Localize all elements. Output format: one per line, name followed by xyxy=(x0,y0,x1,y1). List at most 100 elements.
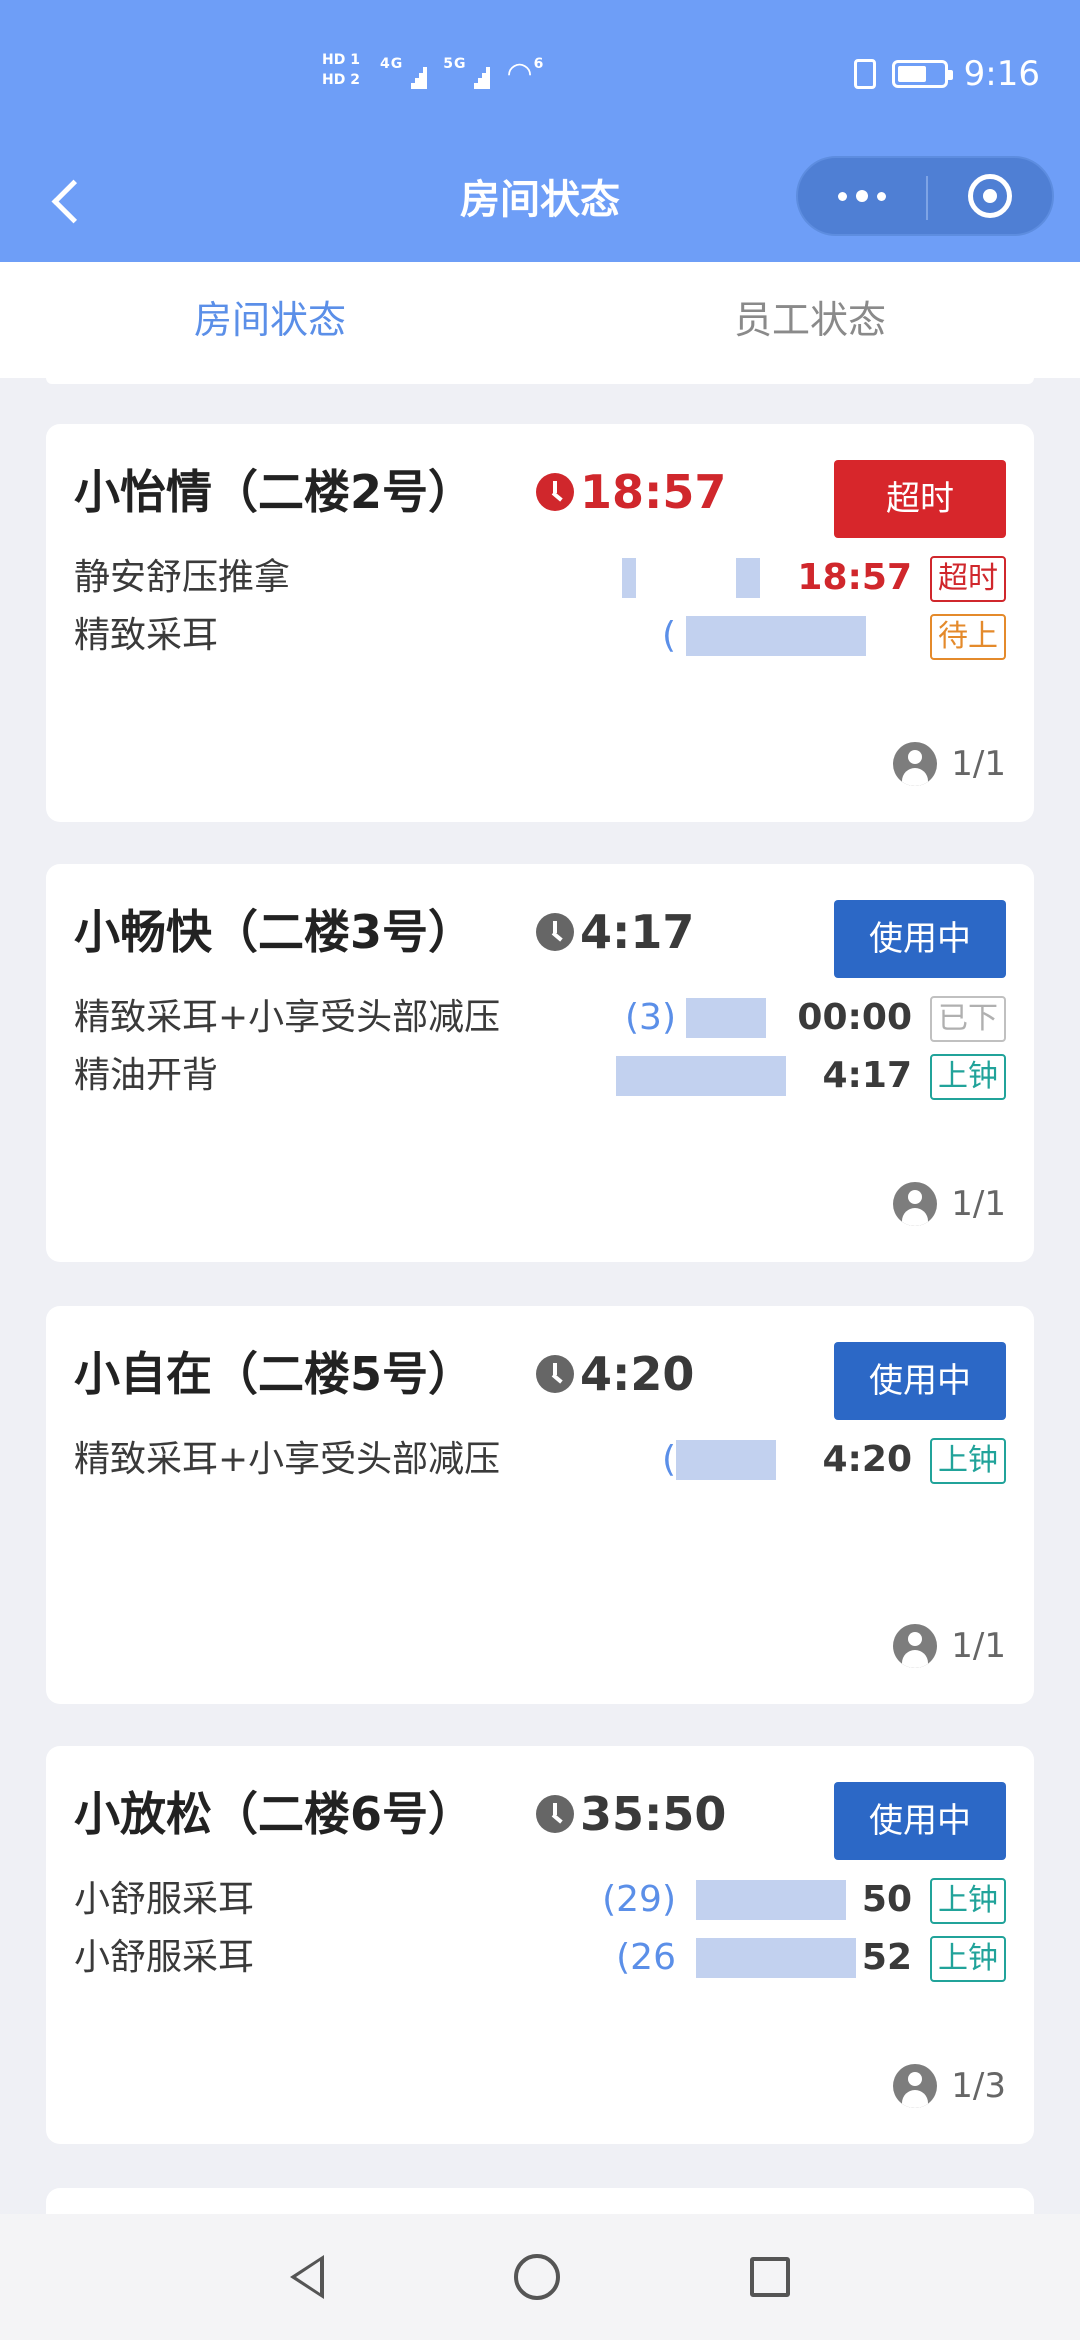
occupancy: 1/3 xyxy=(893,2064,1006,2108)
sim2-label: HD 2 xyxy=(322,72,360,88)
room-card[interactable]: 小自在（二楼5号） 4:20 使用中 精致采耳+小享受头部减压 ( 4:20 上… xyxy=(46,1306,1034,1704)
redacted-staff xyxy=(686,616,866,656)
redacted-staff xyxy=(616,1056,786,1096)
service-staff: (3) xyxy=(625,997,676,1038)
target-icon xyxy=(968,174,1012,218)
clock-icon xyxy=(536,473,574,511)
occupancy-count: 1/3 xyxy=(951,2066,1006,2106)
room-status-button[interactable]: 超时 xyxy=(834,460,1006,538)
battery-icon xyxy=(891,60,953,88)
service-row: 精致采耳+小享受头部减压 (3) 00:00 已下 xyxy=(74,990,1006,1046)
app-header: HD 1 HD 2 4G 5G ◠6 9:16 房间状态 xyxy=(0,0,1080,262)
service-name: 精致采耳+小享受头部减压 xyxy=(74,997,501,1038)
room-name: 小自在（二楼5号） xyxy=(74,1347,475,1401)
nav-bar: 房间状态 xyxy=(0,150,1080,262)
service-row: 精油开背 4:17 上钟 xyxy=(74,1048,1006,1104)
previous-card-edge xyxy=(46,378,1034,384)
service-badge: 待上 xyxy=(930,614,1006,660)
service-badge: 上钟 xyxy=(930,1878,1006,1924)
service-badge: 超时 xyxy=(930,556,1006,602)
service-time: 50 xyxy=(861,1879,912,1920)
service-badge: 已下 xyxy=(930,996,1006,1042)
person-icon xyxy=(893,742,938,786)
room-status-button[interactable]: 使用中 xyxy=(834,1782,1006,1860)
service-name: 小舒服采耳 xyxy=(74,1879,255,1920)
net2-label: 5G xyxy=(443,56,467,72)
tab-staff-status[interactable]: 员工状态 xyxy=(540,262,1080,378)
net1-label: 4G xyxy=(380,56,404,72)
signal-icon-2 xyxy=(474,67,491,91)
clock-time: 9:16 xyxy=(963,54,1040,94)
redacted-staff xyxy=(686,998,766,1038)
status-bar: HD 1 HD 2 4G 5G ◠6 9:16 xyxy=(0,0,1080,150)
person-icon xyxy=(893,1624,938,1668)
service-name: 精致采耳 xyxy=(74,615,219,656)
room-card[interactable]: 小畅快（二楼3号） 4:17 使用中 精致采耳+小享受头部减压 (3) 00:0… xyxy=(46,864,1034,1262)
service-badge: 上钟 xyxy=(930,1438,1006,1484)
service-badge: 上钟 xyxy=(930,1054,1006,1100)
occupancy-count: 1/1 xyxy=(951,744,1006,784)
occupancy-count: 1/1 xyxy=(951,1184,1006,1224)
room-name: 小畅快（二楼3号） xyxy=(74,905,475,959)
redacted-staff xyxy=(676,1440,776,1480)
service-time: 52 xyxy=(861,1937,912,1978)
service-row: 小舒服采耳 (29) 50 上钟 xyxy=(74,1872,1006,1928)
tab-bar: 房间状态 员工状态 xyxy=(0,262,1080,378)
room-name: 小怡情（二楼2号） xyxy=(74,465,475,519)
room-timer-value: 18:57 xyxy=(580,465,727,519)
system-back-icon[interactable] xyxy=(290,2255,324,2299)
room-name: 小放松（二楼6号） xyxy=(74,1787,475,1841)
occupancy: 1/1 xyxy=(893,742,1006,786)
service-name: 精油开背 xyxy=(74,1055,219,1096)
room-status-button[interactable]: 使用中 xyxy=(834,1342,1006,1420)
miniprogram-capsule xyxy=(796,156,1054,236)
person-icon xyxy=(893,2064,938,2108)
clock-icon xyxy=(536,913,574,951)
network-indicators: 4G 5G ◠6 xyxy=(380,56,544,91)
wifi-icon: ◠ xyxy=(506,56,534,91)
system-home-icon[interactable] xyxy=(514,2254,560,2300)
system-recents-icon[interactable] xyxy=(750,2257,790,2297)
service-time: 18:57 xyxy=(797,557,912,598)
signal-icon xyxy=(411,67,428,91)
service-row: 精致采耳 ( 待上 xyxy=(74,608,1006,664)
service-time: 4:20 xyxy=(822,1439,912,1480)
occupancy: 1/1 xyxy=(893,1182,1006,1226)
clock-icon xyxy=(536,1355,574,1393)
service-staff: ( xyxy=(661,1439,676,1480)
redacted-staff xyxy=(622,558,636,598)
service-name: 精致采耳+小享受头部减压 xyxy=(74,1439,501,1480)
redacted-staff xyxy=(736,558,760,598)
room-timer-value: 4:17 xyxy=(580,905,695,959)
service-staff: ( xyxy=(661,615,676,656)
room-timer: 18:57 xyxy=(536,462,726,522)
room-card[interactable]: 小怡情（二楼2号） 18:57 超时 静安舒压推拿 18:57 超时 精致采耳 … xyxy=(46,424,1034,822)
status-right: 9:16 xyxy=(853,54,1040,94)
service-row: 精致采耳+小享受头部减压 ( 4:20 上钟 xyxy=(74,1432,1006,1488)
system-nav-bar xyxy=(0,2214,1080,2340)
vibrate-icon xyxy=(853,59,876,89)
service-staff: (29) xyxy=(602,1879,676,1920)
room-timer: 4:20 xyxy=(536,1344,694,1404)
occupancy: 1/1 xyxy=(893,1624,1006,1668)
clock-icon xyxy=(536,1795,574,1833)
person-icon xyxy=(893,1182,938,1226)
room-timer-value: 4:20 xyxy=(580,1347,695,1401)
sim-indicators: HD 1 HD 2 xyxy=(322,50,360,90)
tab-room-status[interactable]: 房间状态 xyxy=(0,262,540,378)
service-staff: (26 xyxy=(616,1937,676,1978)
service-badge: 上钟 xyxy=(930,1936,1006,1982)
service-name: 静安舒压推拿 xyxy=(74,557,291,598)
close-miniprogram-button[interactable] xyxy=(928,158,1052,234)
service-row: 静安舒压推拿 18:57 超时 xyxy=(74,550,1006,606)
redacted-staff xyxy=(696,1938,856,1978)
room-card[interactable]: 小放松（二楼6号） 35:50 使用中 小舒服采耳 (29) 50 上钟 小舒服… xyxy=(46,1746,1034,2144)
redacted-staff xyxy=(696,1880,846,1920)
more-menu-button[interactable] xyxy=(798,158,926,234)
room-timer: 4:17 xyxy=(536,902,694,962)
service-row: 小舒服采耳 (26 52 上钟 xyxy=(74,1930,1006,1986)
room-status-button[interactable]: 使用中 xyxy=(834,900,1006,978)
room-timer-value: 35:50 xyxy=(580,1787,727,1841)
service-time: 00:00 xyxy=(797,997,912,1038)
wifi-label: 6 xyxy=(533,56,545,72)
